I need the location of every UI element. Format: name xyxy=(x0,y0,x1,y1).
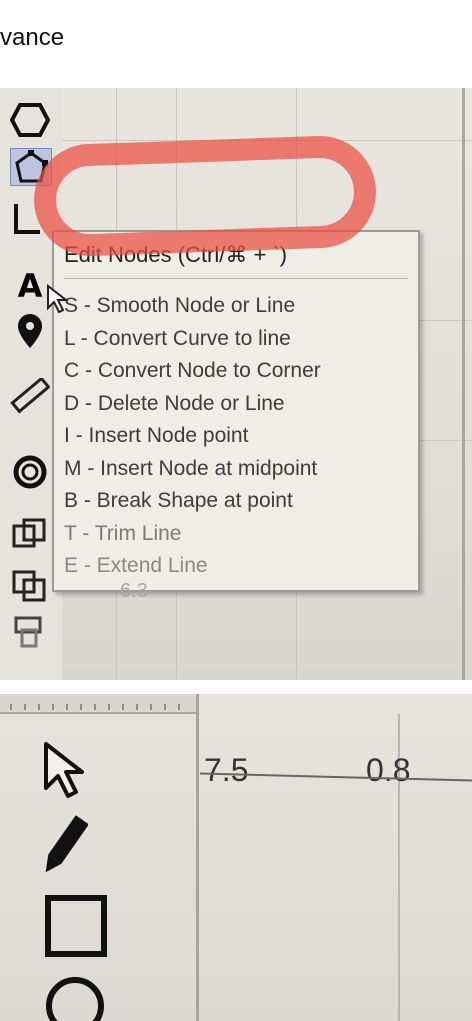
text-tool-icon[interactable]: A xyxy=(10,267,50,305)
shortcut-item: M - Insert Node at midpoint xyxy=(64,456,318,480)
top-text: vance xyxy=(0,24,65,51)
shortcut-item: L - Convert Curve to line xyxy=(64,326,291,350)
grid-line xyxy=(462,88,465,680)
ring-icon[interactable] xyxy=(10,454,50,490)
shortcut-item: D - Delete Node or Line xyxy=(64,391,285,415)
shortcut-item: E - Extend Line xyxy=(64,554,208,577)
pencil-icon[interactable] xyxy=(40,812,89,884)
screen-photo-top: A Edit Nodes (Ctrl/⌘ + `) S - Smooth Nod… xyxy=(0,88,472,680)
circle-icon[interactable] xyxy=(40,972,110,1021)
value-cell: 7.5 xyxy=(204,752,249,788)
panel-divider xyxy=(196,694,199,1021)
faint-value: 6.3 xyxy=(120,580,148,602)
shortcut-item: I - Insert Node point xyxy=(64,424,249,447)
pin-icon[interactable] xyxy=(10,314,50,350)
ruler-icon[interactable] xyxy=(10,378,50,414)
top-strip: — vance xyxy=(0,0,472,88)
screen-photo-bottom: 7.5 0.8 xyxy=(0,694,472,1021)
edit-nodes-tooltip: Edit Nodes (Ctrl/⌘ + `) S - Smooth Node … xyxy=(52,230,420,592)
offset-icon[interactable] xyxy=(10,614,50,650)
rectangle-icon[interactable] xyxy=(40,892,110,962)
shortcut-list: S - Smooth Node or Line L - Convert Curv… xyxy=(64,290,321,583)
pointer-icon[interactable] xyxy=(40,740,88,804)
mouse-cursor-icon xyxy=(46,283,72,318)
red-highlight-circle xyxy=(32,134,378,258)
tooltip-divider xyxy=(64,278,408,279)
ruler xyxy=(0,694,198,714)
cropped-text-line: — xyxy=(0,0,472,10)
hexagon-icon[interactable] xyxy=(10,102,50,138)
weld-icon[interactable] xyxy=(10,518,50,554)
group-icon[interactable] xyxy=(10,568,50,604)
value-cell: 0.8 xyxy=(366,752,411,788)
shortcut-item: C - Convert Node to Corner xyxy=(64,359,321,382)
shortcut-item: T - Trim Line xyxy=(64,521,182,545)
shortcut-item: S - Smooth Node or Line xyxy=(64,294,296,317)
photo-gap xyxy=(0,680,472,694)
shortcut-item: B - Break Shape at point xyxy=(64,489,293,512)
